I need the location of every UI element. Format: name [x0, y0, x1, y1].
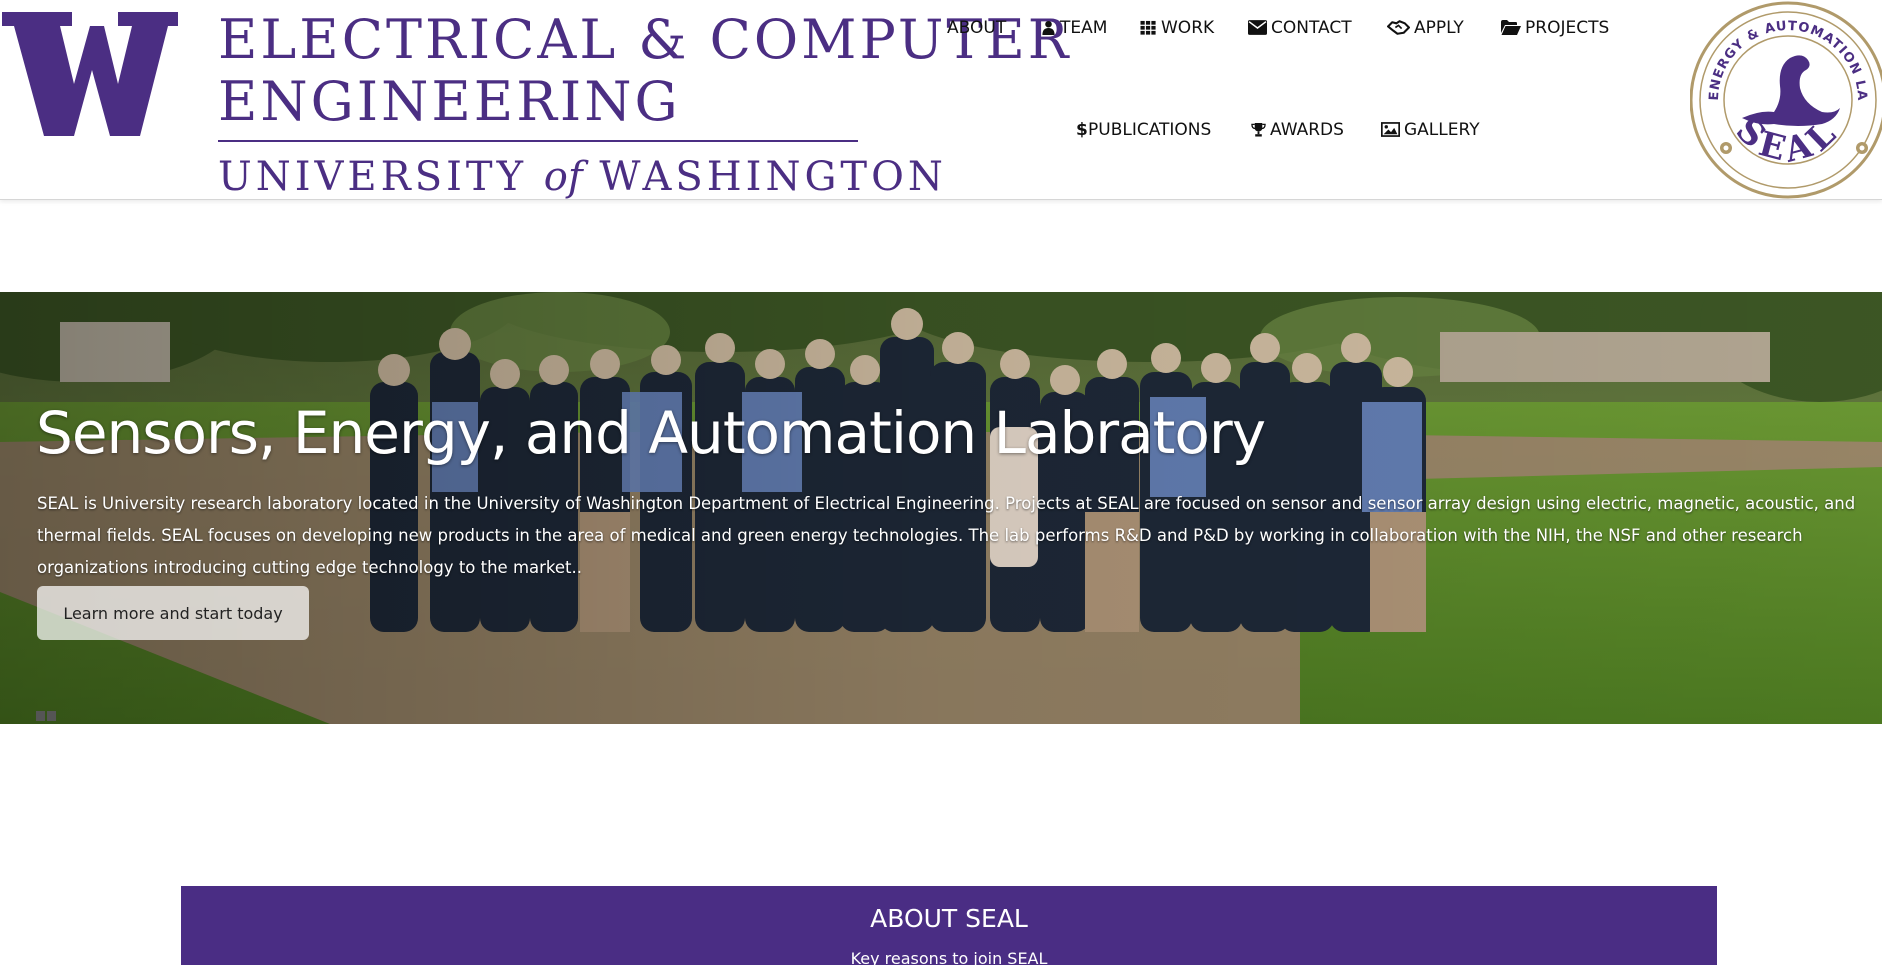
nav-gallery[interactable]: GALLERY: [1381, 120, 1480, 140]
uw-ece-logo[interactable]: ELECTRICAL & COMPUTER ENGINEERING UNIVER…: [2, 6, 1068, 200]
nav-publications[interactable]: $PUBLICATIONS: [1076, 120, 1211, 140]
university-name-part1: UNIVERSITY: [218, 154, 528, 200]
envelope-icon: [1248, 20, 1267, 35]
nav-work[interactable]: WORK: [1139, 18, 1214, 38]
university-name-part2: WASHINGTON: [599, 154, 947, 200]
about-subtitle: Key reasons to join SEAL: [850, 949, 1048, 965]
social-links: [36, 711, 58, 724]
university-name-of: of: [543, 154, 583, 200]
nav-projects-label: PROJECTS: [1525, 18, 1610, 38]
about-section: ABOUT SEAL Key reasons to join SEAL: [181, 886, 1717, 965]
nav-awards-label: AWARDS: [1270, 120, 1344, 140]
nav-apply-label: APPLY: [1414, 18, 1464, 38]
nav-contact-label: CONTACT: [1271, 18, 1352, 38]
grid-icon: [1140, 20, 1156, 35]
nav-gallery-label: GALLERY: [1404, 120, 1480, 140]
nav-team-label: TEAM: [1060, 18, 1108, 38]
trophy-icon: [1251, 122, 1266, 137]
nav-about[interactable]: ABOUT: [947, 18, 1006, 38]
nav-awards[interactable]: AWARDS: [1251, 120, 1344, 140]
nav-about-label: ABOUT: [947, 18, 1007, 38]
nav-team[interactable]: TEAM: [1041, 18, 1107, 38]
uw-w-logo-mark: [2, 12, 178, 136]
nav-apply[interactable]: APPLY: [1387, 18, 1464, 38]
facebook-icon[interactable]: [36, 711, 45, 721]
hero-description: SEAL is University research laboratory l…: [37, 493, 1856, 577]
image-icon: [1381, 122, 1400, 137]
linkedin-icon[interactable]: [47, 711, 56, 721]
university-name: UNIVERSITY of WASHINGTON: [218, 154, 947, 200]
seal-lab-logo[interactable]: SENSORS, ENERGY & AUTOMATION LABORATORY …: [1684, 0, 1882, 200]
hero-title: Sensors, Energy, and Automation Labrator…: [36, 398, 1266, 467]
nav-projects[interactable]: PROJECTS: [1501, 18, 1609, 38]
user-icon: [1042, 20, 1055, 35]
learn-more-button[interactable]: Learn more and start today: [37, 586, 309, 640]
site-header: ELECTRICAL & COMPUTER ENGINEERING UNIVER…: [0, 0, 1882, 200]
seal-emblem: SENSORS, ENERGY & AUTOMATION LABORATORY …: [1684, 0, 1882, 199]
nav-work-label: WORK: [1161, 18, 1215, 38]
about-title: ABOUT SEAL: [870, 904, 1028, 933]
nav-contact[interactable]: CONTACT: [1248, 18, 1352, 38]
dept-name-line1: ELECTRICAL & COMPUTER: [218, 8, 1072, 71]
nav-publications-label: PUBLICATIONS: [1088, 120, 1212, 140]
logo-divider: [218, 140, 858, 142]
handshake-icon: [1387, 20, 1410, 35]
dept-name-line2: ENGINEERING: [218, 70, 681, 133]
dollar-icon: $: [1076, 120, 1088, 140]
folder-open-icon: [1501, 20, 1521, 35]
